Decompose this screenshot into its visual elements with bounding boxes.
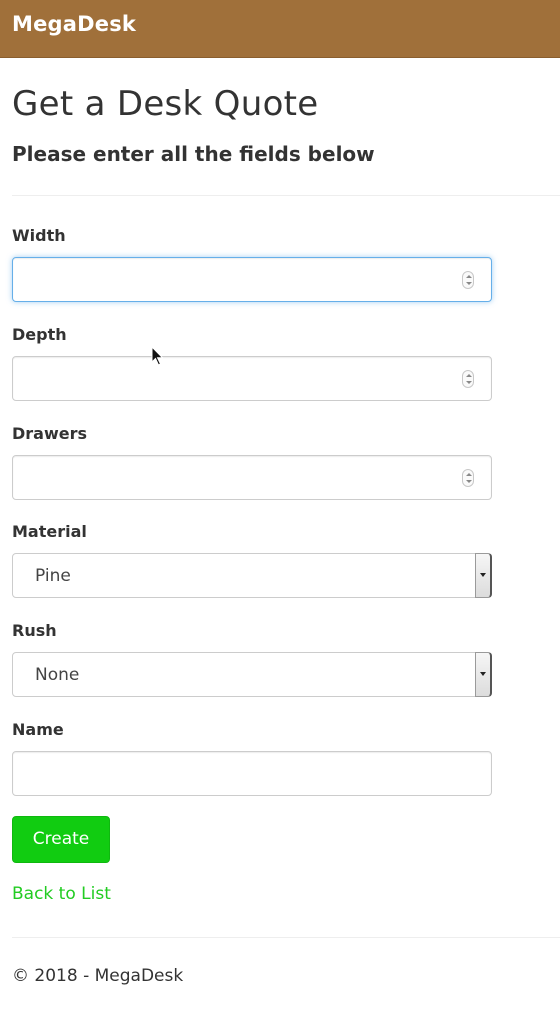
footer-divider — [12, 937, 560, 938]
footer-copyright: © 2018 - MegaDesk — [12, 966, 184, 986]
page-title: Get a Desk Quote — [12, 84, 319, 124]
chevron-down-icon[interactable] — [475, 652, 492, 697]
spinner-icon[interactable] — [462, 271, 474, 289]
cursor-icon — [151, 346, 164, 366]
drawers-label: Drawers — [12, 424, 88, 443]
brand-link[interactable]: MegaDesk — [12, 12, 136, 36]
width-input[interactable] — [12, 257, 492, 302]
material-select[interactable]: Pine — [12, 553, 492, 598]
create-button[interactable]: Create — [12, 816, 110, 863]
material-selected-value: Pine — [35, 566, 71, 586]
page-subtitle: Please enter all the fields below — [12, 142, 375, 166]
rush-select[interactable]: None — [12, 652, 492, 697]
chevron-down-icon[interactable] — [475, 553, 492, 598]
spinner-icon[interactable] — [462, 469, 474, 487]
rush-label: Rush — [12, 621, 57, 640]
navbar: MegaDesk — [0, 0, 560, 58]
back-to-list-link[interactable]: Back to List — [12, 884, 111, 904]
spinner-icon[interactable] — [462, 370, 474, 388]
material-label: Material — [12, 522, 87, 541]
width-label: Width — [12, 226, 66, 245]
rush-selected-value: None — [35, 665, 80, 685]
name-input[interactable] — [12, 751, 492, 796]
drawers-input[interactable] — [12, 455, 492, 500]
depth-input[interactable] — [12, 356, 492, 401]
name-label: Name — [12, 720, 64, 739]
depth-label: Depth — [12, 325, 67, 344]
divider — [12, 195, 560, 196]
